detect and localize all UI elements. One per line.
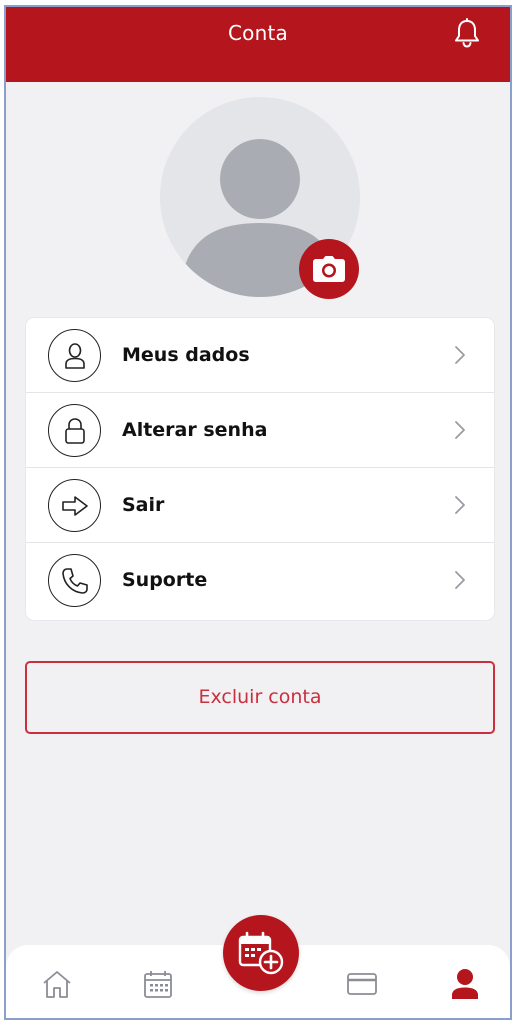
bell-icon[interactable] [452,17,482,49]
profile-icon [452,969,478,999]
menu-item-label: Alterar senha [122,419,268,441]
menu-item-sair[interactable]: Sair [26,468,494,543]
lock-icon [48,404,101,457]
nav-home[interactable] [40,967,74,1001]
menu-item-suporte[interactable]: Suporte [26,543,494,618]
camera-icon [313,256,345,282]
chevron-right-icon [455,421,465,439]
nav-calendar[interactable] [141,967,175,1001]
chevron-right-icon [455,346,465,364]
phone-icon [48,554,101,607]
nav-card[interactable] [345,967,379,1001]
change-photo-button[interactable] [299,239,359,299]
new-appointment-button[interactable] [223,915,299,991]
menu-item-meus-dados[interactable]: Meus dados [26,318,494,393]
menu-item-label: Suporte [122,569,208,591]
calendar-icon [144,971,172,998]
page-title: Conta [228,21,288,45]
chevron-right-icon [455,496,465,514]
app-frame: Conta Meus dados Alterar senha Sair Supo… [4,5,512,1020]
home-icon [43,971,71,998]
chevron-right-icon [455,571,465,589]
menu-item-alterar-senha[interactable]: Alterar senha [26,393,494,468]
user-icon [48,329,101,382]
app-header: Conta [6,7,510,82]
calendar-add-icon [238,931,284,975]
card-icon [347,973,377,995]
menu-item-label: Sair [122,494,165,516]
account-menu: Meus dados Alterar senha Sair Suporte [26,318,494,620]
delete-account-button[interactable]: Excluir conta [25,661,495,734]
arrow-right-icon [48,479,101,532]
nav-profile[interactable] [448,967,482,1001]
menu-item-label: Meus dados [122,344,250,366]
